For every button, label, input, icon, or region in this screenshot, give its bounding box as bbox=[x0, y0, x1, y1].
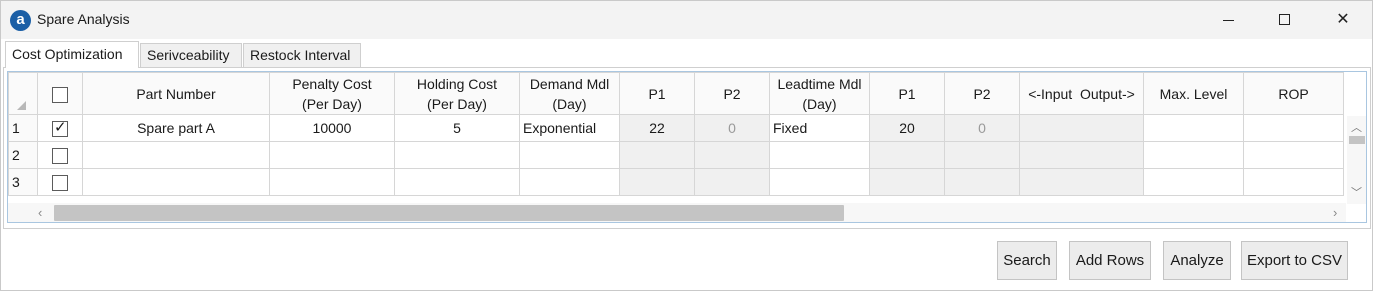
header-max-level[interactable]: Max. Level bbox=[1143, 72, 1244, 115]
scroll-left-icon[interactable]: ‹ bbox=[38, 205, 42, 220]
cell-leadtime-mdl[interactable] bbox=[769, 141, 870, 169]
header-penalty-cost[interactable]: Penalty Cost (Per Day) bbox=[269, 72, 395, 115]
header-leadtime-p2[interactable]: P2 bbox=[944, 72, 1020, 115]
cell-part-number[interactable] bbox=[82, 168, 270, 196]
cell-demand-p2[interactable] bbox=[694, 168, 770, 196]
row-checkbox[interactable]: ✓ bbox=[52, 118, 68, 137]
tab-panel: Part Number Penalty Cost (Per Day) Holdin… bbox=[3, 67, 1371, 229]
header-leadtime-p1[interactable]: P1 bbox=[869, 72, 945, 115]
cell-leadtime-mdl[interactable] bbox=[769, 168, 870, 196]
cell-demand-mdl[interactable] bbox=[519, 141, 620, 169]
vertical-scroll-thumb[interactable] bbox=[1349, 136, 1365, 144]
cell-separator bbox=[1019, 168, 1144, 196]
analyze-button[interactable]: Analyze bbox=[1163, 241, 1231, 280]
cell-separator bbox=[1019, 114, 1144, 142]
cell-demand-p2[interactable] bbox=[694, 141, 770, 169]
title-bar[interactable]: a Spare Analysis ✕ bbox=[1, 1, 1372, 39]
cell-demand-p1[interactable] bbox=[619, 141, 695, 169]
cell-max-level[interactable] bbox=[1143, 168, 1244, 196]
cell-leadtime-p1[interactable]: 20 bbox=[869, 114, 945, 142]
spare-parts-table: Part Number Penalty Cost (Per Day) Holdin… bbox=[8, 72, 1344, 196]
cell-rop[interactable] bbox=[1243, 168, 1344, 196]
tab-cost-optimization[interactable]: Cost Optimization bbox=[5, 41, 139, 68]
cell-demand-mdl[interactable]: Exponential bbox=[519, 114, 620, 142]
row-number[interactable]: 2 bbox=[8, 141, 38, 169]
cell-demand-p1[interactable] bbox=[619, 168, 695, 196]
minimize-icon bbox=[1223, 20, 1234, 21]
minimize-button[interactable] bbox=[1201, 1, 1257, 39]
maximize-button[interactable] bbox=[1257, 1, 1313, 39]
cell-rop[interactable] bbox=[1243, 114, 1344, 142]
header-rop[interactable]: ROP bbox=[1243, 72, 1344, 115]
table-row[interactable]: 1 ✓ Spare part A 10000 5 Exponential 22 … bbox=[8, 114, 1344, 142]
maximize-icon bbox=[1279, 14, 1290, 25]
tab-restock-interval[interactable]: Restock Interval bbox=[243, 43, 361, 67]
row-checkbox-cell[interactable]: ✓ bbox=[37, 114, 83, 142]
scroll-right-icon[interactable]: › bbox=[1333, 205, 1337, 220]
cell-holding-cost[interactable] bbox=[394, 141, 520, 169]
add-rows-button[interactable]: Add Rows bbox=[1069, 241, 1151, 280]
cell-penalty-cost[interactable] bbox=[269, 141, 395, 169]
header-holding-cost[interactable]: Holding Cost (Per Day) bbox=[394, 72, 520, 115]
close-icon: ✕ bbox=[1336, 11, 1350, 28]
row-number[interactable]: 1 bbox=[8, 114, 38, 142]
horizontal-scroll-thumb[interactable] bbox=[54, 205, 844, 221]
cell-separator bbox=[1019, 141, 1144, 169]
cell-part-number[interactable]: Spare part A bbox=[82, 114, 270, 142]
cell-demand-p1[interactable]: 22 bbox=[619, 114, 695, 142]
search-button[interactable]: Search bbox=[997, 241, 1057, 280]
header-leadtime-mdl[interactable]: Leadtime Mdl (Day) bbox=[769, 72, 870, 115]
cell-leadtime-p1[interactable] bbox=[869, 168, 945, 196]
header-checkbox[interactable] bbox=[52, 86, 68, 103]
app-logo-icon: a bbox=[10, 10, 31, 31]
row-number[interactable]: 3 bbox=[8, 168, 38, 196]
cell-penalty-cost[interactable]: 10000 bbox=[269, 114, 395, 142]
select-all-corner[interactable] bbox=[8, 72, 38, 115]
data-grid: Part Number Penalty Cost (Per Day) Holdin… bbox=[7, 71, 1367, 223]
cell-leadtime-p2[interactable] bbox=[944, 141, 1020, 169]
cell-leadtime-p2[interactable] bbox=[944, 168, 1020, 196]
table-row[interactable]: 2 bbox=[8, 141, 1344, 169]
spare-analysis-window: a Spare Analysis ✕ Cost Optimization Ser… bbox=[0, 0, 1373, 291]
row-checkbox[interactable] bbox=[52, 174, 68, 191]
horizontal-scrollbar[interactable]: ‹ › bbox=[8, 203, 1346, 222]
header-input-output-separator[interactable]: <-Input Output-> bbox=[1019, 72, 1144, 115]
header-row: Part Number Penalty Cost (Per Day) Holdin… bbox=[8, 72, 1344, 115]
cell-penalty-cost[interactable] bbox=[269, 168, 395, 196]
header-demand-p1[interactable]: P1 bbox=[619, 72, 695, 115]
header-demand-mdl[interactable]: Demand Mdl (Day) bbox=[519, 72, 620, 115]
scroll-up-icon[interactable]: ︿ bbox=[1351, 119, 1362, 135]
cell-part-number[interactable] bbox=[82, 141, 270, 169]
cell-demand-p2[interactable]: 0 bbox=[694, 114, 770, 142]
row-checkbox-cell[interactable] bbox=[37, 141, 83, 169]
scroll-down-icon[interactable]: ﹀ bbox=[1351, 184, 1362, 200]
checkmark-icon: ✓ bbox=[54, 118, 67, 136]
export-csv-button[interactable]: Export to CSV bbox=[1241, 241, 1348, 280]
cell-holding-cost[interactable]: 5 bbox=[394, 114, 520, 142]
vertical-scrollbar[interactable]: ︿ ﹀ bbox=[1347, 116, 1366, 204]
row-checkbox[interactable] bbox=[52, 147, 68, 164]
header-demand-p2[interactable]: P2 bbox=[694, 72, 770, 115]
cell-rop[interactable] bbox=[1243, 141, 1344, 169]
cell-leadtime-p1[interactable] bbox=[869, 141, 945, 169]
close-button[interactable]: ✕ bbox=[1315, 1, 1371, 39]
header-part-number[interactable]: Part Number bbox=[82, 72, 270, 115]
cell-demand-mdl[interactable] bbox=[519, 168, 620, 196]
window-title: Spare Analysis bbox=[37, 11, 130, 27]
select-all-icon bbox=[17, 101, 26, 110]
cell-leadtime-p2[interactable]: 0 bbox=[944, 114, 1020, 142]
header-checkbox-cell[interactable] bbox=[37, 72, 83, 115]
cell-max-level[interactable] bbox=[1143, 141, 1244, 169]
tab-serviceability[interactable]: Serivceability bbox=[140, 43, 242, 67]
row-checkbox-cell[interactable] bbox=[37, 168, 83, 196]
cell-holding-cost[interactable] bbox=[394, 168, 520, 196]
cell-leadtime-mdl[interactable]: Fixed bbox=[769, 114, 870, 142]
cell-max-level[interactable] bbox=[1143, 114, 1244, 142]
table-row[interactable]: 3 bbox=[8, 168, 1344, 196]
